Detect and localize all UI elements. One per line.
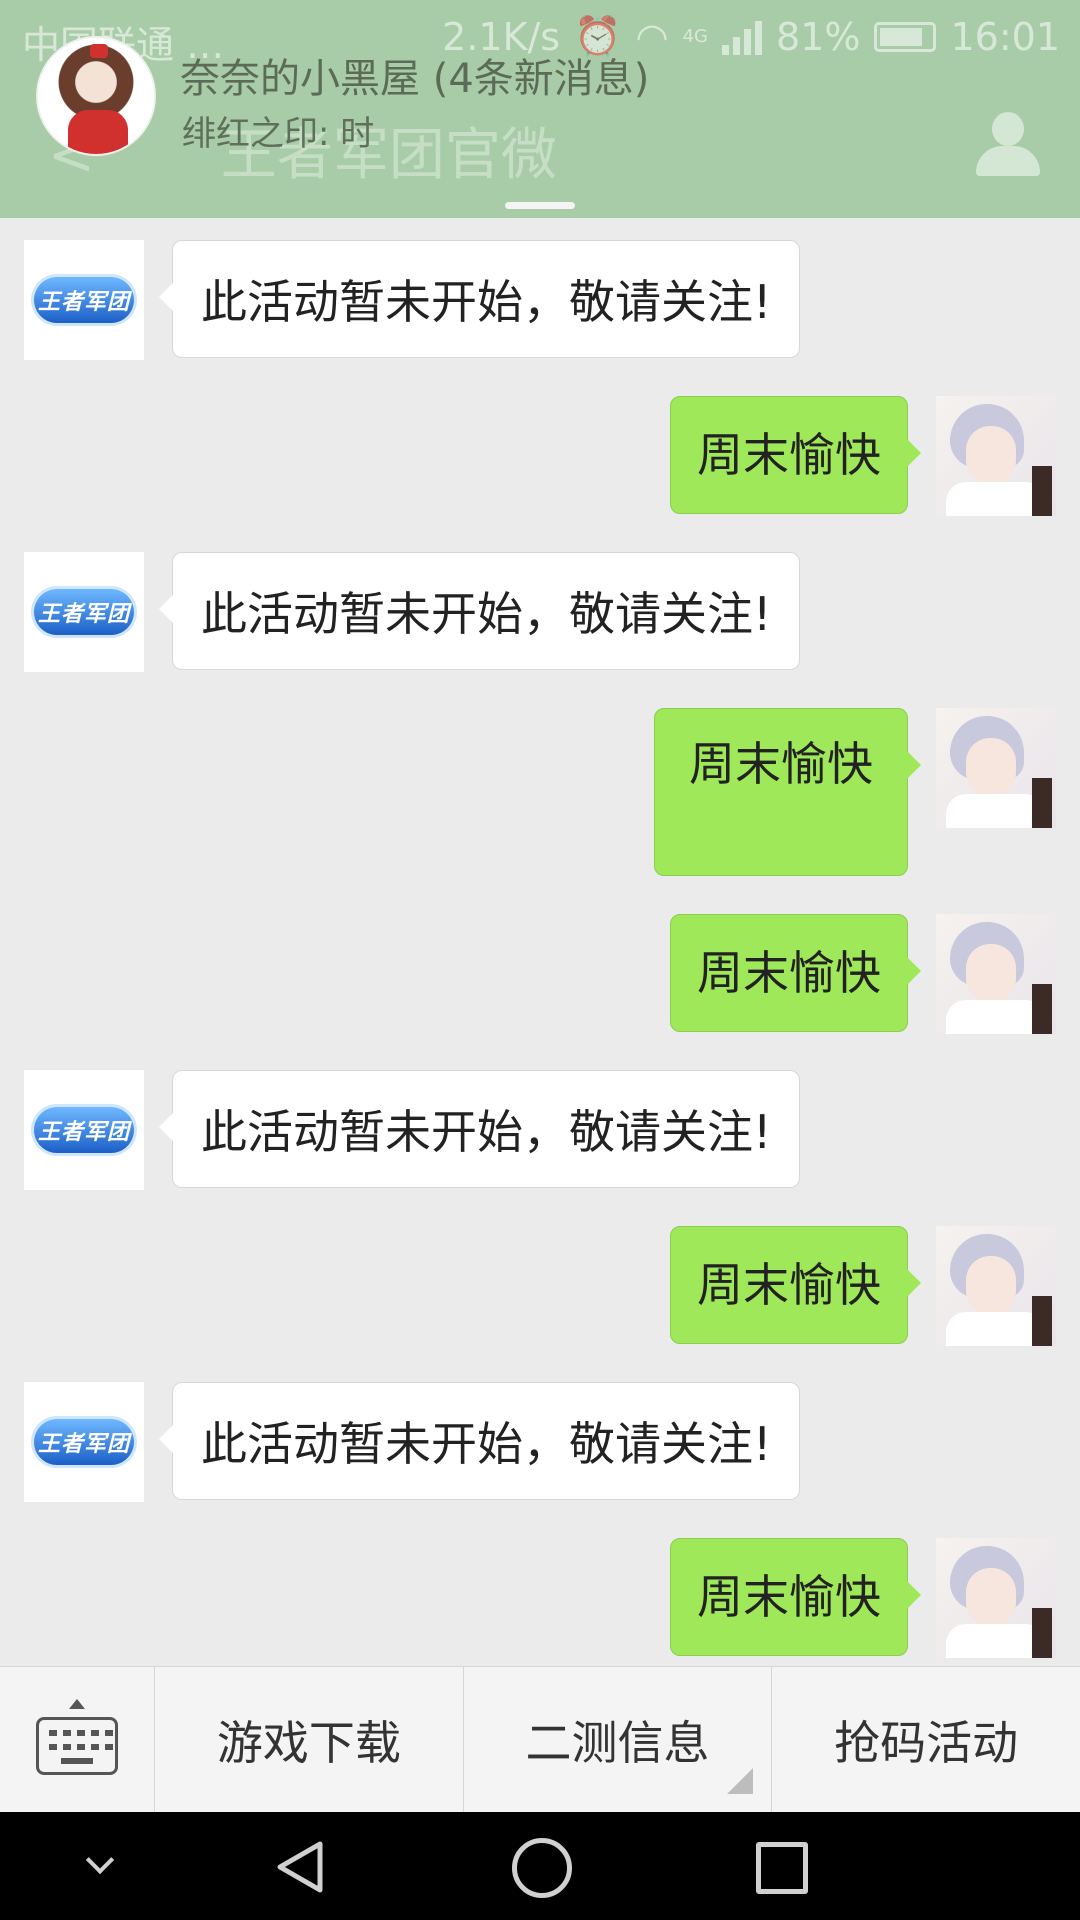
- message-bubble-outgoing[interactable]: 周末愉快: [670, 914, 921, 1032]
- message-bubble-outgoing[interactable]: 周末愉快: [670, 396, 921, 514]
- user-avatar[interactable]: [936, 914, 1056, 1034]
- system-nav-bar: [0, 1812, 1080, 1920]
- chevron-up-icon: [69, 1699, 85, 1709]
- message-bubble-incoming[interactable]: 此活动暂未开始，敬请关注!: [158, 1382, 801, 1500]
- menu-beta-info-label: 二测信息: [525, 1715, 710, 1770]
- official-avatar[interactable]: 王者军团: [24, 1070, 144, 1190]
- user-avatar[interactable]: [936, 708, 1056, 828]
- message-bubble-incoming[interactable]: 此活动暂未开始，敬请关注!: [158, 1070, 801, 1188]
- submenu-corner-icon: [727, 1768, 754, 1794]
- official-avatar[interactable]: 王者军团: [24, 1382, 144, 1502]
- official-logo: 王者军团: [34, 1107, 134, 1153]
- network-type: 4G: [682, 26, 709, 47]
- recents-nav-button[interactable]: [720, 1812, 840, 1920]
- official-logo: 王者军团: [34, 1419, 134, 1465]
- signal-icon: [722, 19, 763, 55]
- user-avatar[interactable]: [936, 396, 1056, 516]
- message-bubble-outgoing[interactable]: 周末愉快: [670, 1226, 921, 1344]
- back-nav-button[interactable]: [240, 1812, 360, 1920]
- keyboard-icon: [36, 1717, 118, 1775]
- message-bubble-outgoing[interactable]: 周末愉快: [654, 708, 921, 876]
- notification-text[interactable]: 绯红之印: 时: [182, 106, 374, 155]
- official-logo: 王者军团: [34, 277, 134, 323]
- home-nav-button[interactable]: [480, 1812, 600, 1920]
- battery-icon: [874, 21, 937, 52]
- message-bubble-incoming[interactable]: 此活动暂未开始，敬请关注!: [158, 240, 801, 358]
- official-avatar[interactable]: 王者军团: [24, 240, 144, 360]
- triangle-back-icon: [277, 1841, 323, 1893]
- notification-avatar[interactable]: [36, 36, 156, 156]
- user-avatar[interactable]: [936, 1226, 1056, 1346]
- menu-beta-info[interactable]: 二测信息: [464, 1667, 773, 1812]
- battery-percent: 81%: [776, 14, 861, 59]
- chat-message-list[interactable]: 王者军团 此活动暂未开始，敬请关注! 周末愉快 王者军团 此活动暂未开始，敬请关…: [0, 218, 1080, 1666]
- menu-code-event[interactable]: 抢码活动: [772, 1667, 1080, 1812]
- user-avatar[interactable]: [936, 1538, 1056, 1658]
- message-bubble-outgoing[interactable]: 周末愉快: [670, 1538, 921, 1656]
- clock: 16:01: [950, 14, 1060, 59]
- official-avatar[interactable]: 王者军团: [24, 552, 144, 672]
- hide-nav-button[interactable]: [40, 1812, 160, 1920]
- keyboard-toggle-button[interactable]: [0, 1667, 155, 1812]
- notification-title[interactable]: 奈奈的小黑屋 (4条新消息): [180, 46, 649, 104]
- notification-drag-handle[interactable]: [505, 202, 575, 209]
- official-logo: 王者军团: [34, 589, 134, 635]
- person-icon[interactable]: [972, 112, 1042, 178]
- menu-game-download[interactable]: 游戏下载: [155, 1667, 464, 1812]
- header: 中国联通 … 2.1K/s ⏰ ◠ 4G 81% 16:01 <王者军团官微 奈…: [0, 0, 1080, 218]
- account-menu-bar: 游戏下载 二测信息 抢码活动: [0, 1666, 1080, 1812]
- message-bubble-incoming[interactable]: 此活动暂未开始，敬请关注!: [158, 552, 801, 670]
